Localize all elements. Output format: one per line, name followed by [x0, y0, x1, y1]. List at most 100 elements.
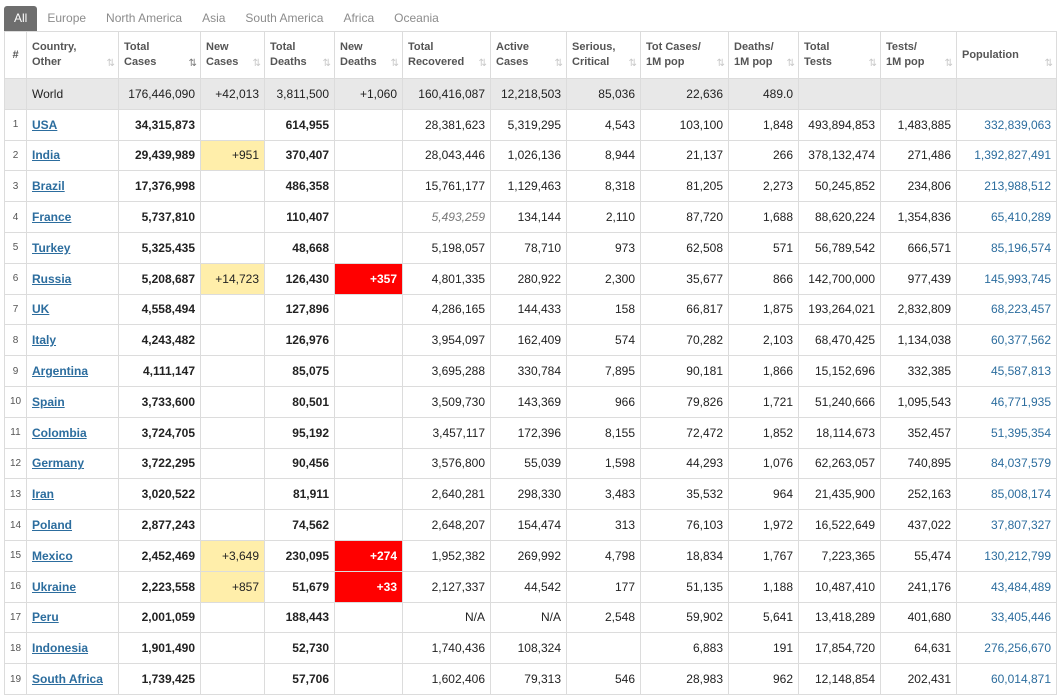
sort-icon[interactable]: ⇅: [107, 56, 116, 71]
cell-serious-critical: 2,300: [566, 262, 641, 295]
table-row: 5 Turkey 5,325,435 48,668 5,198,057 78,710 973…: [4, 231, 1057, 264]
sort-icon[interactable]: ⇅: [253, 56, 262, 71]
sort-icon[interactable]: ⇅: [629, 56, 638, 71]
cell-tests-1m: 2,832,809: [880, 293, 957, 326]
country-link[interactable]: Poland: [32, 518, 72, 532]
cell-new-cases: [200, 632, 265, 665]
tab-europe[interactable]: Europe: [37, 6, 96, 31]
cell-total-recovered: 2,127,337: [402, 570, 491, 603]
cell-active-cases: 162,409: [490, 324, 567, 357]
country-link[interactable]: USA: [32, 118, 57, 132]
sort-icon[interactable]: ⇅: [869, 56, 878, 71]
cell-total-deaths: 80,501: [264, 385, 335, 418]
column-header-population[interactable]: Population ⇅: [956, 31, 1057, 79]
cell-idx: 3: [4, 170, 27, 203]
table-row: 10 Spain 3,733,600 80,501 3,509,730 143,369 96…: [4, 385, 1057, 418]
country-link[interactable]: Spain: [32, 395, 65, 409]
cell-tests-1m: 271,486: [880, 139, 957, 172]
tab-africa[interactable]: Africa: [333, 6, 384, 31]
cell-country: Russia: [26, 262, 119, 295]
column-header-deaths-1m[interactable]: Deaths/1M pop ⇅: [728, 31, 799, 79]
cell-new-cases: [200, 509, 265, 541]
cell-tests-1m: 202,431: [880, 663, 957, 695]
country-link[interactable]: Argentina: [32, 364, 88, 378]
column-header-total-cases[interactable]: Total Cases ⇅: [118, 31, 201, 79]
cell-idx: 17: [4, 601, 27, 634]
sort-icon[interactable]: ⇅: [945, 56, 954, 71]
country-link[interactable]: Brazil: [32, 179, 65, 193]
cell-total-tests: 15,152,696: [798, 355, 881, 387]
country-link[interactable]: Mexico: [32, 549, 73, 563]
country-link[interactable]: France: [32, 210, 71, 224]
cell-active-cases: 144,433: [490, 293, 567, 326]
column-header-new-deaths[interactable]: New Deaths ⇅: [334, 31, 403, 79]
column-header-label: Total: [270, 41, 296, 53]
column-header-tests-1m[interactable]: Tests/1M pop ⇅: [880, 31, 957, 79]
country-link[interactable]: Colombia: [32, 426, 87, 440]
column-header-country[interactable]: Country, Other ⇅: [26, 31, 119, 79]
sort-icon[interactable]: ⇅: [479, 56, 488, 71]
cell-new-cases: [200, 478, 265, 511]
cell-active-cases: 5,319,295: [490, 108, 567, 141]
sort-icon[interactable]: ⇅: [717, 56, 726, 71]
tab-asia[interactable]: Asia: [192, 6, 235, 31]
cell-new-cases: +951: [200, 139, 265, 172]
cell-new-deaths: [334, 139, 403, 172]
sort-icon[interactable]: ⇅: [555, 56, 564, 71]
column-header-active-cases[interactable]: Active Cases ⇅: [490, 31, 567, 79]
sort-icon[interactable]: ⇅: [787, 56, 796, 71]
country-link[interactable]: Indonesia: [32, 641, 88, 655]
tab-north-america[interactable]: North America: [96, 6, 192, 31]
country-link[interactable]: UK: [32, 302, 49, 316]
column-header-serious-critical[interactable]: Serious, Critical ⇅: [566, 31, 641, 79]
country-link[interactable]: Russia: [32, 272, 71, 286]
column-header-total-deaths[interactable]: Total Deaths ⇅: [264, 31, 335, 79]
cell-serious-critical: 966: [566, 385, 641, 418]
cell-total-cases: 5,325,435: [118, 231, 201, 264]
cell-total-deaths: 51,679: [264, 570, 335, 603]
country-link[interactable]: India: [32, 148, 60, 162]
sort-icon[interactable]: ⇅: [391, 56, 400, 71]
cell-new-deaths: [334, 170, 403, 203]
cell-total-deaths: 486,358: [264, 170, 335, 203]
cell-population: 46,771,935: [956, 385, 1057, 418]
country-link[interactable]: Turkey: [32, 241, 70, 255]
column-header-total-tests[interactable]: Total Tests ⇅: [798, 31, 881, 79]
country-link[interactable]: South Africa: [32, 672, 103, 686]
table-row: 6 Russia 5,208,687 +14,723 126,430 +357 4,801,…: [4, 262, 1057, 295]
cell-tot-cases-1m: 59,902: [640, 601, 729, 634]
tab-south-america[interactable]: South America: [235, 6, 333, 31]
cell-idx: 12: [4, 447, 27, 480]
cell-new-cases: +14,723: [200, 262, 265, 295]
cell-population: 1,392,827,491: [956, 139, 1057, 172]
country-link[interactable]: Italy: [32, 333, 56, 347]
cell-deaths-1m: 1,076: [728, 447, 799, 480]
cell-active-cases: 298,330: [490, 478, 567, 511]
cell-idx: 15: [4, 539, 27, 572]
cell-idx: 5: [4, 231, 27, 264]
cell-deaths-1m: 964: [728, 478, 799, 511]
sort-icon[interactable]: ⇅: [1045, 56, 1054, 71]
sort-icon[interactable]: ⇅: [189, 56, 198, 71]
country-link[interactable]: Iran: [32, 487, 54, 501]
cell-active-cases: 1,026,136: [490, 139, 567, 172]
cell-new-deaths: [334, 663, 403, 695]
country-link[interactable]: Peru: [32, 610, 59, 624]
column-header-new-cases[interactable]: New Cases ⇅: [200, 31, 265, 79]
cell-total-deaths: 127,896: [264, 293, 335, 326]
cell-active-cases: 108,324: [490, 632, 567, 665]
cell-new-cases: [200, 231, 265, 264]
column-header-tot-cases-1m[interactable]: Tot Cases/1M pop ⇅: [640, 31, 729, 79]
cell-tests-1m: 252,163: [880, 478, 957, 511]
country-link[interactable]: Germany: [32, 456, 84, 470]
cell-serious-critical: 2,110: [566, 201, 641, 233]
table-row: 15 Mexico 2,452,469 +3,649 230,095 +274 1,952,…: [4, 539, 1057, 572]
tab-all[interactable]: All: [4, 6, 38, 31]
country-link[interactable]: Ukraine: [32, 580, 76, 594]
cell-total-tests: 13,418,289: [798, 601, 881, 634]
cell-new-deaths: [334, 355, 403, 387]
region-tabs: All Europe North America Asia South America A…: [4, 6, 449, 31]
sort-icon[interactable]: ⇅: [323, 56, 332, 71]
tab-oceania[interactable]: Oceania: [384, 6, 449, 31]
column-header-total-recovered[interactable]: Total Recovered ⇅: [402, 31, 491, 79]
